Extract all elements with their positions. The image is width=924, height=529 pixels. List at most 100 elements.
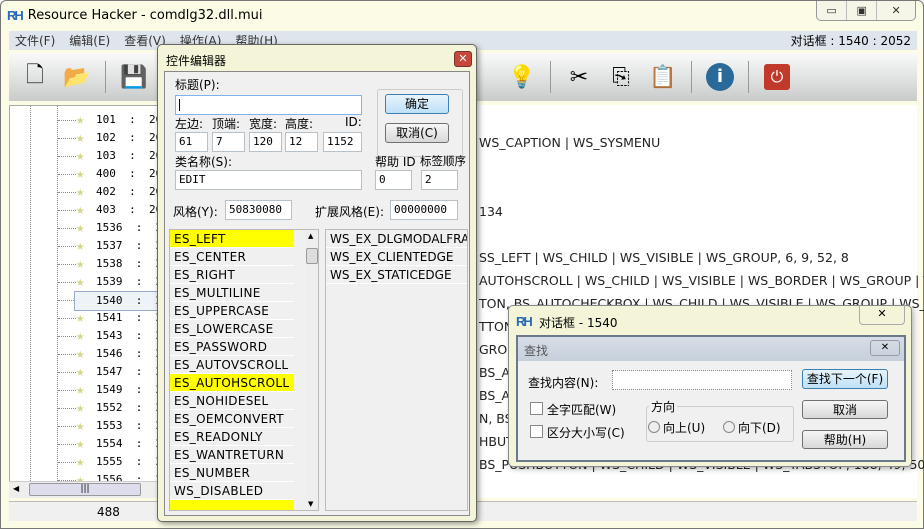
style-input[interactable]: 50830080 — [225, 200, 292, 220]
style-item[interactable]: ES_NOHIDESEL — [170, 392, 294, 410]
dialog-star-icon: ★ — [76, 436, 85, 452]
script-line: AUTOHSCROLL | WS_CHILD | WS_VISIBLE | WS… — [479, 273, 924, 288]
dialog-star-icon: ★ — [76, 454, 85, 470]
cut-icon[interactable]: ✂ — [565, 62, 593, 92]
find-what-input[interactable] — [612, 370, 792, 390]
style-item[interactable]: ES_RIGHT — [170, 266, 294, 284]
close-button[interactable]: ✕ — [859, 305, 905, 325]
exstyle-input[interactable]: 00000000 — [390, 200, 458, 220]
ok-button[interactable]: 确定 — [385, 94, 449, 114]
tree-item[interactable]: ★ 1553 : 2052 — [10, 417, 158, 435]
style-item[interactable]: ES_UPPERCASE — [170, 302, 294, 320]
tree-item[interactable]: ★ 400 : 2052 — [10, 165, 158, 183]
tree-item[interactable]: ★ 1543 : 2052 — [10, 327, 158, 345]
tree-item[interactable]: ★1540 : 2052 — [10, 291, 158, 311]
dialog-star-icon: ★ — [76, 202, 85, 218]
exit-icon[interactable]: ⏻ — [763, 62, 791, 92]
paste-icon[interactable]: 📋 — [649, 62, 677, 92]
scrollbar-thumb[interactable] — [306, 248, 318, 264]
tree-item[interactable]: ★ 1539 : 2052 — [10, 273, 158, 291]
exstyle-item[interactable]: WS_EX_CLIENTEDGE — [326, 248, 467, 266]
style-item[interactable]: ES_LEFT — [170, 230, 294, 248]
control-editor-dialog: 控件编辑器 ✕ 标题(P): 确定 取消(C) 左边: 顶端: 宽度: 高度: … — [157, 44, 477, 522]
left-input[interactable]: 61 — [175, 132, 208, 152]
style-item[interactable]: ES_CENTER — [170, 248, 294, 266]
id-label: ID: — [345, 115, 362, 129]
cancel-button[interactable]: 取消 — [802, 400, 888, 419]
close-button[interactable]: ✕ — [870, 340, 900, 356]
style-item[interactable]: ES_READONLY — [170, 428, 294, 446]
help-id-input[interactable]: 0 — [375, 170, 412, 190]
minimize-button[interactable]: ▭ — [817, 1, 848, 20]
style-item[interactable] — [170, 500, 294, 510]
tree-item[interactable]: ★ 102 : 2052 — [10, 129, 158, 147]
height-input[interactable]: 12 — [285, 132, 318, 152]
dialog-star-icon: ★ — [76, 310, 85, 326]
scrollbar-thumb[interactable]: ||| — [29, 483, 141, 496]
style-item[interactable]: ES_WANTRETURN — [170, 446, 294, 464]
top-input[interactable]: 7 — [212, 132, 245, 152]
open-folder-icon[interactable]: 📂 — [63, 62, 91, 92]
info-icon[interactable]: i — [706, 62, 734, 92]
tree-item[interactable]: ★ 403 : 2052 — [10, 201, 158, 219]
tab-order-input[interactable]: 2 — [421, 170, 458, 190]
menu-edit[interactable]: 编辑(E) — [69, 32, 110, 49]
scroll-left-icon[interactable]: ◀ — [13, 484, 19, 493]
style-list[interactable]: ES_LEFT ES_CENTER ES_RIGHT ES_MULTILINE ES_U… — [169, 229, 319, 511]
style-list-scrollbar[interactable]: ▲ ▼ — [306, 230, 318, 510]
close-button[interactable]: ✕ — [877, 1, 915, 20]
caption-input[interactable] — [175, 95, 362, 115]
tree-item[interactable]: ★ 1536 : 2052 — [10, 219, 158, 237]
style-item[interactable]: ES_NUMBER — [170, 464, 294, 482]
direction-label: 方向 — [649, 398, 678, 415]
dialog-star-icon: ★ — [76, 364, 85, 380]
help-button[interactable]: 帮助(H) — [802, 430, 888, 449]
style-item[interactable]: ES_MULTILINE — [170, 284, 294, 302]
style-item[interactable]: ES_LOWERCASE — [170, 320, 294, 338]
tree-item[interactable]: ★ 1552 : 2052 — [10, 399, 158, 417]
tree-item[interactable]: ★ 1538 : 2052 — [10, 255, 158, 273]
cancel-button[interactable]: 取消(C) — [385, 123, 449, 143]
tree-item[interactable]: ★ 1549 : 2052 — [10, 381, 158, 399]
exstyle-list[interactable]: WS_EX_DLGMODALFRAMEWS_EX_CLIENTEDGEWS_EX… — [325, 229, 468, 511]
id-input[interactable]: 1152 — [323, 132, 362, 152]
up-radio[interactable] — [648, 421, 660, 433]
close-icon[interactable]: ✕ — [454, 51, 472, 67]
style-item[interactable]: WS_DISABLED — [170, 482, 294, 500]
exstyle-item[interactable]: WS_EX_DLGMODALFRAME — [326, 230, 467, 248]
style-item[interactable]: ES_PASSWORD — [170, 338, 294, 356]
tree-item-label: 1538 : 2052 — [96, 257, 158, 270]
tree-item-label: 402 : 2052 — [96, 185, 158, 198]
tree-item[interactable]: ★ 402 : 2052 — [10, 183, 158, 201]
new-file-icon[interactable]: 🗋 — [21, 62, 49, 92]
tree-item[interactable]: ★ 1541 : 2052 — [10, 309, 158, 327]
tree-item[interactable]: ★ 1546 : 2052 — [10, 345, 158, 363]
tree-item[interactable]: ★ 101 : 2052 — [10, 111, 158, 129]
exstyle-item[interactable]: WS_EX_STATICEDGE — [326, 266, 467, 284]
find-next-button[interactable]: 查找下一个(F) — [802, 369, 888, 389]
down-radio[interactable] — [723, 421, 735, 433]
save-icon[interactable]: 💾 — [120, 62, 148, 92]
tree-item[interactable]: ★ 1537 : 2052 — [10, 237, 158, 255]
style-item[interactable]: ES_AUTOHSCROLL — [170, 374, 294, 392]
lightbulb-icon[interactable]: 💡 — [508, 62, 536, 92]
style-item[interactable]: ES_OEMCONVERT — [170, 410, 294, 428]
menu-file[interactable]: 文件(F) — [15, 32, 55, 49]
width-input[interactable]: 120 — [249, 132, 282, 152]
style-item[interactable]: ES_AUTOVSCROLL — [170, 356, 294, 374]
class-input[interactable]: EDIT — [175, 170, 362, 190]
resource-tree[interactable]: ★ 101 : 2052 ★ 102 : 2052 ★ 103 : 2052 ★ 400 : … — [9, 105, 159, 498]
whole-word-checkbox[interactable] — [530, 402, 543, 415]
tree-item[interactable]: ★ 1555 : 2052 — [10, 453, 158, 471]
dialog-star-icon: ★ — [76, 148, 85, 164]
maximize-button[interactable]: ▣ — [847, 1, 878, 20]
tree-item[interactable]: ★ 1554 : 2052 — [10, 435, 158, 453]
copy-icon[interactable]: ⎘ — [607, 62, 635, 92]
title-bar: RH Resource Hacker - comdlg32.dll.mui — [7, 5, 262, 25]
tree-item-label: 103 : 2052 — [96, 149, 158, 162]
match-case-checkbox[interactable] — [530, 425, 543, 438]
app-logo-icon: RH — [516, 314, 533, 329]
tree-item[interactable]: ★ 103 : 2052 — [10, 147, 158, 165]
tree-item[interactable]: ★ 1547 : 2052 — [10, 363, 158, 381]
window-title: Resource Hacker - comdlg32.dll.mui — [27, 7, 263, 23]
